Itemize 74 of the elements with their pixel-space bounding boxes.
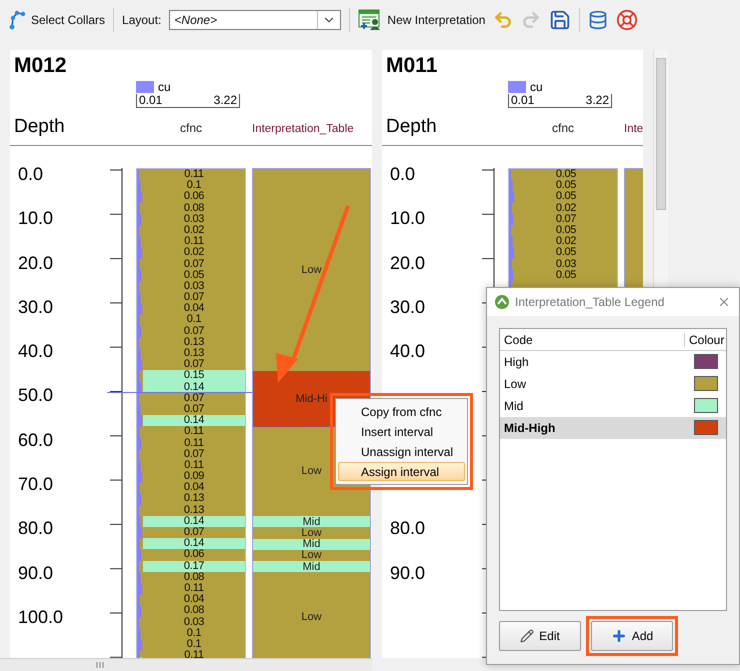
interval[interactable]: Low xyxy=(253,169,370,371)
app-icon xyxy=(495,295,509,309)
hole-name: M011 xyxy=(385,53,438,79)
depth-label: 20.0 xyxy=(18,252,54,273)
depth-label: 10.0 xyxy=(390,208,426,228)
depth-label: 100.0 xyxy=(18,606,64,627)
legend-row[interactable]: Mid xyxy=(500,395,726,417)
depth-label: 20.0 xyxy=(390,252,426,273)
add-button[interactable]: Add xyxy=(591,621,673,651)
sample-value: 0.14 xyxy=(143,538,245,550)
column-heading: Inte xyxy=(624,123,643,135)
legend-swatch xyxy=(136,81,154,93)
pencil-icon xyxy=(520,629,534,643)
interval[interactable]: Mid xyxy=(253,560,370,572)
depth-heading: Depth xyxy=(385,116,438,139)
sample-value: 0.14 xyxy=(143,516,245,527)
legend-row[interactable]: Low xyxy=(500,373,726,395)
legend-row[interactable]: High xyxy=(500,351,726,373)
depth-label: 80.0 xyxy=(390,518,426,538)
depth-label: 50.0 xyxy=(18,385,54,406)
column-heading: Code xyxy=(503,332,534,346)
depth-label: 40.0 xyxy=(390,341,426,362)
depth-label: 30.0 xyxy=(18,296,54,317)
depth-label: 40.0 xyxy=(18,341,54,362)
table-person-icon xyxy=(358,9,382,31)
database-icon[interactable] xyxy=(588,10,608,30)
depth-label: 0.0 xyxy=(18,164,44,184)
layout-dropdown[interactable]: <None> xyxy=(169,10,342,30)
plus-icon xyxy=(610,628,627,644)
interval[interactable]: Low xyxy=(253,572,370,658)
dialog-title: Interpretation_Table Legend xyxy=(515,295,666,309)
interval[interactable]: Low xyxy=(253,527,370,539)
depth-label: 10.0 xyxy=(18,208,54,228)
interval[interactable]: Mid xyxy=(253,516,370,528)
sample-value: 0.11 xyxy=(143,650,245,658)
select-collars-button[interactable]: Select Collars xyxy=(8,9,106,31)
depth-label: 90.0 xyxy=(390,562,426,583)
sample-value: 0.14 xyxy=(143,382,245,393)
column-heading: Colour xyxy=(684,332,726,346)
close-icon[interactable] xyxy=(717,295,731,309)
scale-min: 0.01 xyxy=(511,94,534,107)
legend-swatch xyxy=(508,81,526,93)
interval[interactable]: Mid xyxy=(253,538,370,550)
depth-label: 80.0 xyxy=(18,518,54,538)
edit-button[interactable]: Edit xyxy=(499,621,581,651)
column-heading: cfnc xyxy=(552,121,574,135)
depth-label: 30.0 xyxy=(390,296,426,317)
depth-label: 70.0 xyxy=(18,474,54,494)
legend-label: cu xyxy=(158,80,171,94)
legend-row[interactable]: Mid-High xyxy=(500,417,726,439)
connected-dots-icon xyxy=(8,9,26,31)
sample-value: 0.15 xyxy=(143,370,245,382)
column-heading: Interpretation_Table xyxy=(252,123,354,135)
hole-name: M012 xyxy=(13,53,68,79)
new-interpretation-button[interactable]: New Interpretation xyxy=(358,9,486,31)
scale-min: 0.01 xyxy=(139,94,162,107)
legend-label: cu xyxy=(530,80,543,94)
scale-max: 3.22 xyxy=(214,94,237,107)
lifebuoy-icon[interactable] xyxy=(616,9,638,31)
depth-heading: Depth xyxy=(13,116,66,139)
horizontal-scrollbar[interactable] xyxy=(0,658,372,671)
menu-item[interactable]: Assign interval xyxy=(338,462,465,481)
column-heading: cfnc xyxy=(180,121,202,135)
interval[interactable]: Low xyxy=(253,550,370,561)
undo-icon[interactable] xyxy=(493,10,514,30)
depth-label: 0.0 xyxy=(390,164,416,184)
grip-icon xyxy=(96,662,104,668)
sample-value: 0.17 xyxy=(143,560,245,572)
scale-max: 3.22 xyxy=(586,94,609,107)
save-icon[interactable] xyxy=(549,9,572,31)
sample-value: 0.14 xyxy=(143,415,245,426)
depth-label: 60.0 xyxy=(18,430,54,450)
depth-label: 90.0 xyxy=(18,562,54,583)
layout-label: Layout: xyxy=(122,13,162,27)
